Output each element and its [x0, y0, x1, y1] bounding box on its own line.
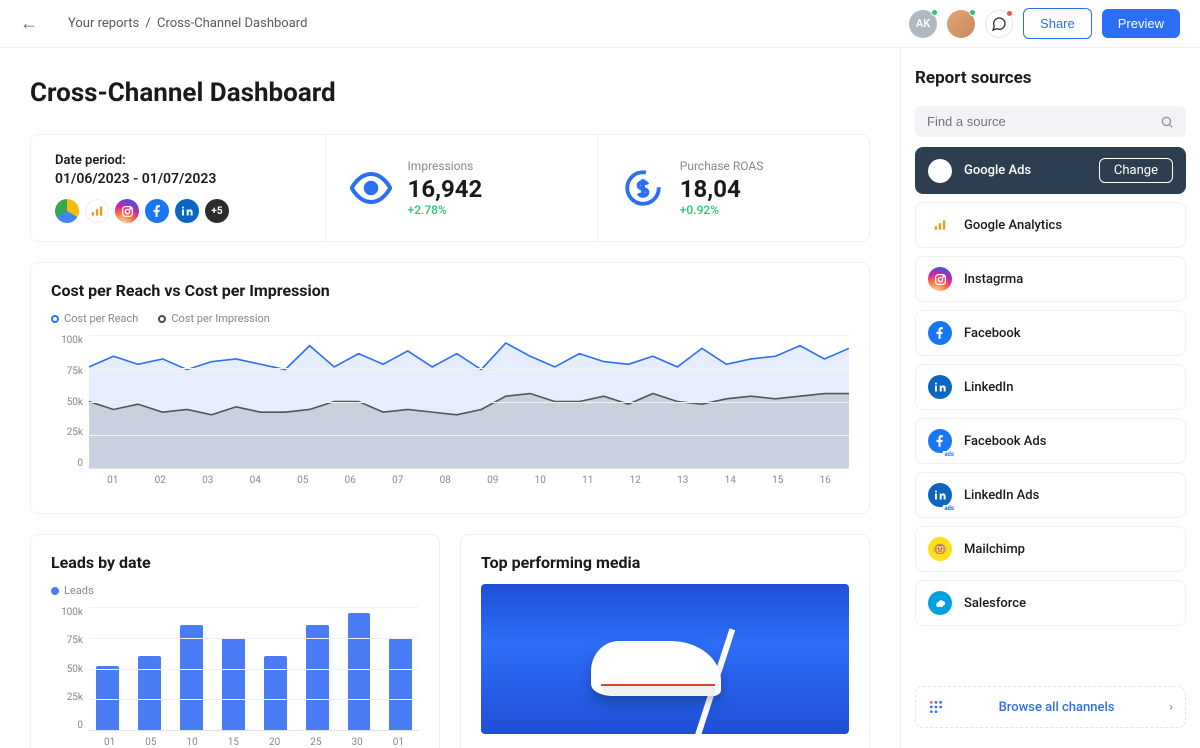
metric-impressions: Impressions 16,942 +2.78% [326, 135, 598, 241]
more-sources-badge[interactable]: +5 [205, 199, 229, 223]
legend-leads: Leads [51, 584, 94, 597]
share-button[interactable]: Share [1023, 8, 1092, 39]
source-google-analytics[interactable]: Google Analytics [915, 202, 1186, 248]
linkedin-ads-icon [928, 483, 952, 507]
date-period-label: Date period: [55, 153, 301, 168]
date-range: 01/06/2023 - 01/07/2023 [55, 171, 301, 187]
source-icons: +5 [55, 199, 301, 223]
linkedin-icon[interactable] [175, 199, 199, 223]
metric-roas: Purchase ROAS 18,04 +0.92% [598, 135, 869, 241]
chat-button[interactable] [985, 10, 1013, 38]
mailchimp-icon: 🐵 [928, 537, 952, 561]
avatar-initials[interactable]: AK [909, 10, 937, 38]
legend-cost-per-impression: Cost per Impression [158, 312, 270, 325]
google-ads-icon [928, 159, 952, 183]
instagram-icon [928, 267, 952, 291]
breadcrumb-current: Cross-Channel Dashboard [157, 16, 307, 31]
page-title: Cross-Channel Dashboard [30, 78, 870, 108]
main-content: Cross-Channel Dashboard Date period: 01/… [0, 48, 900, 748]
chart-title: Top performing media [481, 553, 849, 572]
google-ads-icon[interactable] [55, 199, 79, 223]
top-performing-media: Top performing media 12,356 9,542 3,034 [460, 534, 870, 748]
summary-row: Date period: 01/06/2023 - 01/07/2023 [30, 134, 870, 242]
shoe-illustration [591, 641, 721, 696]
facebook-ads-icon [928, 429, 952, 453]
chart-cost-per-reach-vs-impression: Cost per Reach vs Cost per Impression Co… [30, 262, 870, 514]
linkedin-icon [928, 375, 952, 399]
sidebar-title: Report sources [915, 68, 1186, 88]
facebook-icon [928, 321, 952, 345]
source-linkedin[interactable]: LinkedIn [915, 364, 1186, 410]
eye-icon [350, 167, 392, 209]
chart-leads-by-date: Leads by date Leads 100k75k50k25k0 01051… [30, 534, 440, 748]
avatar-photo[interactable] [947, 10, 975, 38]
salesforce-icon [928, 591, 952, 615]
source-instagram[interactable]: Instagrma [915, 256, 1186, 302]
legend-cost-per-reach: Cost per Reach [51, 312, 138, 325]
instagram-icon[interactable] [115, 199, 139, 223]
report-sources-sidebar: Report sources Google Ads Change Google … [900, 48, 1200, 748]
source-google-ads[interactable]: Google Ads Change [915, 147, 1186, 194]
breadcrumb: Your reports / Cross-Channel Dashboard [68, 16, 307, 31]
source-facebook[interactable]: Facebook [915, 310, 1186, 356]
source-salesforce[interactable]: Salesforce [915, 580, 1186, 626]
search-icon [1160, 115, 1174, 129]
change-button[interactable]: Change [1099, 158, 1173, 183]
top-bar: ← Your reports / Cross-Channel Dashboard… [0, 0, 1200, 48]
google-analytics-icon[interactable] [85, 199, 109, 223]
breadcrumb-root[interactable]: Your reports [68, 16, 139, 31]
browse-all-channels[interactable]: Browse all channels › [915, 686, 1186, 728]
media-thumbnail[interactable] [481, 584, 849, 734]
google-analytics-icon [928, 213, 952, 237]
chart-title: Leads by date [51, 553, 419, 572]
chart-title: Cost per Reach vs Cost per Impression [51, 281, 849, 300]
source-mailchimp[interactable]: 🐵 Mailchimp [915, 526, 1186, 572]
preview-button[interactable]: Preview [1102, 9, 1180, 38]
source-facebook-ads[interactable]: Facebook Ads [915, 418, 1186, 464]
chat-icon [991, 16, 1007, 32]
source-linkedin-ads[interactable]: LinkedIn Ads [915, 472, 1186, 518]
facebook-icon[interactable] [145, 199, 169, 223]
back-arrow-icon[interactable]: ← [20, 13, 38, 34]
search-source-input[interactable] [915, 106, 1186, 137]
dollar-target-icon [622, 167, 664, 209]
grid-icon [928, 699, 944, 715]
chevron-right-icon: › [1169, 700, 1173, 715]
